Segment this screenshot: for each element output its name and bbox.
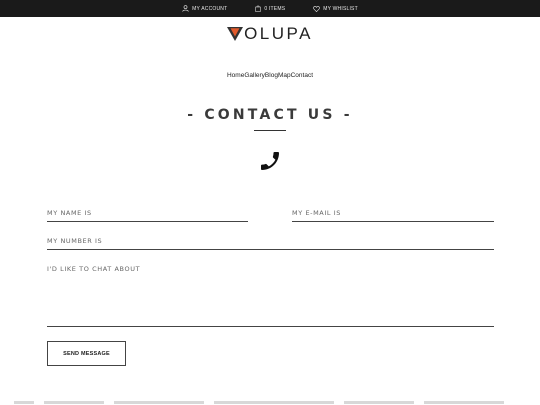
main-nav: Home Gallery Blog Map Contact xyxy=(0,72,540,79)
footer-fragment xyxy=(344,400,414,404)
nav-blog[interactable]: Blog xyxy=(265,72,278,79)
page-title: - CONTACT US - xyxy=(187,107,353,123)
send-message-label: SEND MESSAGE xyxy=(63,350,110,357)
email-field-label: MY E-MAIL IS xyxy=(292,209,341,217)
nav-contact[interactable]: Contact xyxy=(291,72,313,79)
number-field[interactable]: MY NUMBER IS xyxy=(47,236,494,250)
top-bar: MY ACCOUNT 0 ITEMS MY WHISLIST xyxy=(0,0,540,17)
send-message-button[interactable]: SEND MESSAGE xyxy=(47,341,126,366)
title-divider xyxy=(254,130,286,131)
my-account-label: MY ACCOUNT xyxy=(192,5,228,12)
shopping-bag-icon xyxy=(255,5,262,12)
message-field-label: I'D LIKE TO CHAT ABOUT xyxy=(47,265,141,273)
footer-fragment xyxy=(214,400,334,404)
wishlist-link[interactable]: MY WHISLIST xyxy=(313,6,358,12)
footer-fragment xyxy=(14,400,34,404)
name-field[interactable]: MY NAME IS xyxy=(47,208,248,222)
footer-fragment xyxy=(424,400,504,404)
phone-icon xyxy=(261,152,279,170)
footer-strip xyxy=(0,399,540,405)
message-field[interactable]: I'D LIKE TO CHAT ABOUT xyxy=(47,264,494,327)
user-icon xyxy=(182,5,189,12)
logo-v-mark xyxy=(227,27,244,41)
cart-items-label: 0 ITEMS xyxy=(264,5,286,12)
nav-gallery[interactable]: Gallery xyxy=(244,72,265,79)
email-field[interactable]: MY E-MAIL IS xyxy=(292,208,494,222)
my-account-link[interactable]: MY ACCOUNT xyxy=(182,5,227,12)
nav-map[interactable]: Map xyxy=(278,72,291,79)
site-logo[interactable]: OLUPA xyxy=(0,24,540,44)
logo-text: OLUPA xyxy=(244,24,313,43)
footer-fragment xyxy=(44,400,104,404)
nav-home[interactable]: Home xyxy=(227,72,244,79)
footer-fragment xyxy=(114,400,204,404)
heart-icon xyxy=(313,5,321,12)
number-field-label: MY NUMBER IS xyxy=(47,237,103,245)
cart-link[interactable]: 0 ITEMS xyxy=(255,5,285,12)
wishlist-label: MY WHISLIST xyxy=(323,5,358,12)
name-field-label: MY NAME IS xyxy=(47,209,92,217)
